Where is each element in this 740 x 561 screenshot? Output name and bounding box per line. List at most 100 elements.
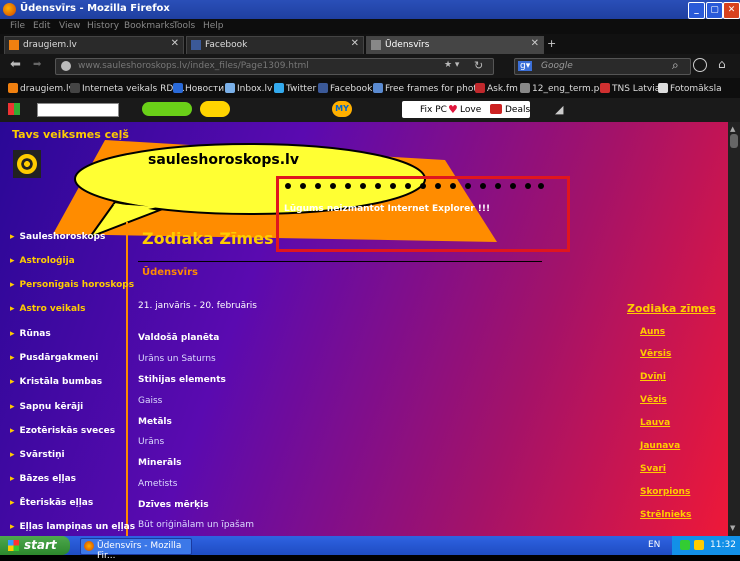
frames-icon <box>373 83 383 93</box>
start-button[interactable]: start <box>0 536 70 555</box>
close-window-button[interactable]: ✕ <box>723 2 740 19</box>
sidebar-item-astrologija[interactable]: Astroloģija <box>10 256 75 266</box>
askfm-icon <box>475 83 485 93</box>
bookmark-facebook[interactable]: Facebook <box>318 83 372 94</box>
sidebar-item-eteriskas-ellas[interactable]: Ēteriskās eļļas <box>10 498 94 508</box>
maximize-button[interactable]: ▢ <box>706 2 723 19</box>
info-label: Stihijas elements <box>138 375 226 385</box>
scroll-down-arrow-icon[interactable]: ▼ <box>730 524 735 532</box>
menu-bar: File Edit View History Bookmarks Tools H… <box>0 19 740 34</box>
page-icon <box>658 83 668 93</box>
taskbar-item-firefox[interactable]: Ūdensvīrs - Mozilla Fir... <box>80 538 192 561</box>
news-icon <box>173 83 183 93</box>
url-bar[interactable]: www.saulеshoroskops.lv/index_files/Page1… <box>55 58 494 75</box>
zodiac-link-auns[interactable]: Auns <box>640 327 665 337</box>
download-icon[interactable] <box>693 58 707 72</box>
close-tab-icon[interactable]: ✕ <box>171 38 179 49</box>
sidebar-item-ellas-lampinas[interactable]: Eļļas lampiņas un eļļas <box>10 522 136 532</box>
bookmark-tns[interactable]: TNS Latvia <box>600 83 660 94</box>
menu-tools[interactable]: Tools <box>173 21 195 31</box>
toolbar-search-button[interactable] <box>142 102 192 116</box>
sidebar-item-runas[interactable]: Rūnas <box>10 329 51 339</box>
security-icon[interactable] <box>680 540 690 550</box>
tab-bar: draugiem.lv ✕ Facebook ✕ Ūdensvīrs ✕ <box>0 34 740 55</box>
sidebar-item-kristala-bumbas[interactable]: Kristāla bumbas <box>10 377 103 387</box>
sidebar-divider <box>126 222 128 536</box>
zodiac-list-title: Zodiaka zīmes <box>627 302 716 315</box>
language-indicator[interactable]: EN <box>648 540 660 550</box>
scroll-thumb[interactable] <box>730 134 738 148</box>
bookmark-frames[interactable]: Free frames for phot... <box>373 83 485 94</box>
sidebar-item-personigais-horoskops[interactable]: Personīgais horoskops <box>10 280 135 290</box>
reload-icon[interactable]: ↻ <box>474 59 483 72</box>
window-title: Ūdensvīrs - Mozilla Firefox <box>20 3 170 14</box>
menu-view[interactable]: View <box>59 21 80 31</box>
bookmark-star-icon[interactable]: ★ ▾ <box>444 60 459 70</box>
minimize-button[interactable]: _ <box>688 2 705 19</box>
deals-tag-icon <box>490 104 502 114</box>
bookmark-twitter[interactable]: Twitter <box>274 83 316 94</box>
page-heading: Zodiaka Zīmes <box>142 229 274 248</box>
fix-pc-button[interactable]: Fix PC <box>420 105 447 115</box>
scroll-up-arrow-icon[interactable]: ▲ <box>730 125 735 133</box>
zodiac-link-vezis[interactable]: Vēzis <box>640 395 667 405</box>
system-tray: 11:32 <box>672 536 740 555</box>
tab-facebook[interactable]: Facebook ✕ <box>186 36 364 55</box>
menu-help[interactable]: Help <box>203 21 224 31</box>
bookmark-novosti[interactable]: Новости <box>173 83 224 94</box>
tab-draugiem[interactable]: draugiem.lv ✕ <box>4 36 184 55</box>
inbox-icon <box>225 83 235 93</box>
search-box[interactable]: g▾ Google <box>514 58 691 75</box>
bookmark-fotomaksla[interactable]: Fotomāksla <box>658 83 722 94</box>
zodiac-link-lauva[interactable]: Lauva <box>640 418 670 428</box>
close-tab-icon[interactable]: ✕ <box>351 38 359 49</box>
bookmark-draugiem[interactable]: draugiem.lv <box>8 83 74 94</box>
info-label: Dzīves mērķis <box>138 500 209 510</box>
ie-notice-text: Lūgums neizmantot Internet Explorer !!! <box>284 204 491 214</box>
forward-arrow-icon[interactable]: ➡ <box>33 59 41 70</box>
tab-udensvirs[interactable]: Ūdensvīrs ✕ <box>366 36 544 55</box>
bookmark-inbox[interactable]: Inbox.lv <box>225 83 272 94</box>
search-icon[interactable]: ⌕ <box>672 58 679 73</box>
home-icon[interactable]: ⌂ <box>718 57 726 71</box>
menu-file[interactable]: File <box>10 21 25 31</box>
bookmark-pdf[interactable]: 12_eng_term.pdf <box>520 83 608 94</box>
zodiac-link-skorpions[interactable]: Skorpions <box>640 487 690 497</box>
sidebar-item-sapnu-keraji[interactable]: Sapņu kērāji <box>10 402 84 412</box>
my-button[interactable]: MY <box>332 101 352 117</box>
smiley-icon[interactable] <box>200 101 230 117</box>
clock: 11:32 <box>710 540 736 550</box>
close-tab-icon[interactable]: ✕ <box>531 38 539 49</box>
sidebar-item-bazes-ellas[interactable]: Bāzes eļļas <box>10 474 76 484</box>
pen-icon[interactable]: ◢ <box>555 103 563 116</box>
zodiac-link-jaunava[interactable]: Jaunava <box>640 441 680 451</box>
new-tab-button[interactable]: + <box>547 37 556 50</box>
sidebar-item-svarstini[interactable]: Svārstiņi <box>10 450 65 460</box>
sidebar-item-ezoteriskas-sveces[interactable]: Ezotēriskās sveces <box>10 426 116 436</box>
firefox-icon <box>3 3 16 16</box>
toolbar-search-input[interactable] <box>37 103 119 117</box>
menu-history[interactable]: History <box>87 21 119 31</box>
sidebar-item-pusdargakmeni[interactable]: Pusdārgakmeņi <box>10 353 99 363</box>
google-icon: g▾ <box>518 61 533 71</box>
toolbar-logo-icon <box>8 103 20 115</box>
tray-icon[interactable] <box>694 540 704 550</box>
navigation-bar: ⬅ ➡ www.saulеshoroskops.lv/index_files/P… <box>0 54 740 78</box>
deals-button[interactable]: Deals <box>505 105 530 115</box>
bookmark-askfm[interactable]: Ask.fm <box>475 83 518 94</box>
back-arrow-icon[interactable]: ⬅ <box>10 57 21 72</box>
zodiac-link-versis[interactable]: Vērsis <box>640 349 671 359</box>
menu-edit[interactable]: Edit <box>33 21 50 31</box>
bookmark-rd[interactable]: Interneta veikals RD ... <box>70 83 185 94</box>
vertical-scrollbar[interactable]: ▲ ▼ <box>728 122 740 536</box>
globe-icon <box>61 61 71 71</box>
sidebar-item-astro-veikals[interactable]: Astro veikals <box>10 304 86 314</box>
zodiac-link-svari[interactable]: Svari <box>640 464 666 474</box>
zodiac-link-strelnieks[interactable]: Strēlnieks <box>640 510 691 520</box>
sidebar-item-sauleshoroskops[interactable]: Sauleshoroskops <box>10 232 106 242</box>
menu-bookmarks[interactable]: Bookmarks <box>124 21 174 31</box>
love-button[interactable]: Love <box>460 105 481 115</box>
zodiac-link-dvini[interactable]: Dvīņi <box>640 372 666 382</box>
heading-rule <box>138 261 542 262</box>
rd-icon <box>70 83 80 93</box>
